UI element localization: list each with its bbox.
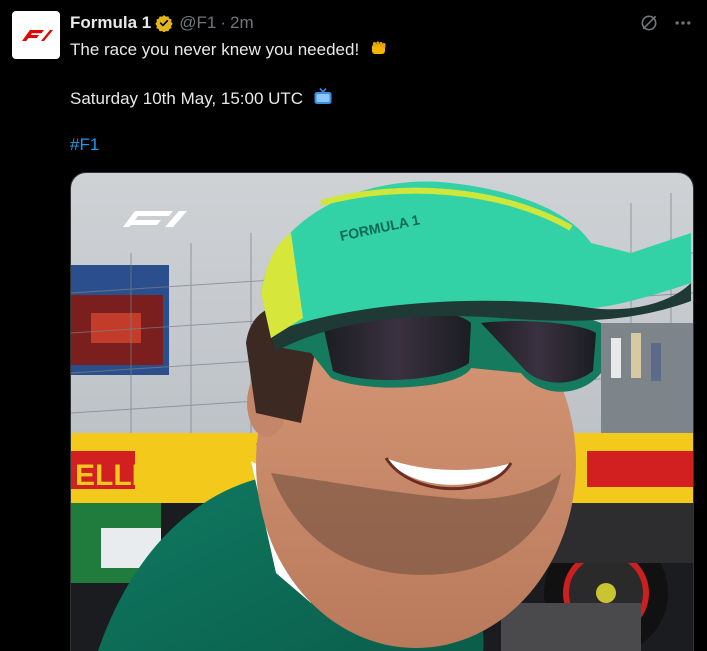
f1-logo-icon: [22, 30, 53, 41]
post-text-main: The race you never knew you needed!: [70, 40, 360, 59]
separator-dot: ·: [220, 13, 227, 32]
pirelli-banner-text: ELLI: [75, 459, 140, 492]
fist-emoji-icon: [369, 38, 389, 64]
grok-icon[interactable]: [639, 13, 659, 38]
tv-emoji-icon: [313, 87, 333, 113]
more-icon[interactable]: [673, 13, 693, 38]
hashtag-link[interactable]: #F1: [70, 135, 99, 154]
author-handle[interactable]: @F1: [179, 13, 216, 33]
media-frame: ELLI FORMULA 1: [71, 173, 693, 651]
post[interactable]: Formula 1 @F1 · 2m The race you never kn…: [0, 0, 707, 651]
verified-badge-icon[interactable]: [155, 14, 173, 32]
hashtag-line: #F1: [70, 134, 99, 156]
post-text-line-1: The race you never knew you needed!: [70, 38, 389, 64]
post-text-line-2: Saturday 10th May, 15:00 UTC: [70, 87, 333, 113]
post-media[interactable]: ELLI FORMULA 1: [70, 172, 694, 651]
post-header: Formula 1 @F1 · 2m: [70, 11, 254, 35]
avatar[interactable]: [12, 11, 60, 59]
post-timestamp[interactable]: 2m: [230, 13, 254, 33]
top-actions: [639, 13, 693, 38]
author-display-name[interactable]: Formula 1: [70, 13, 151, 33]
post-schedule-text: Saturday 10th May, 15:00 UTC: [70, 89, 304, 108]
